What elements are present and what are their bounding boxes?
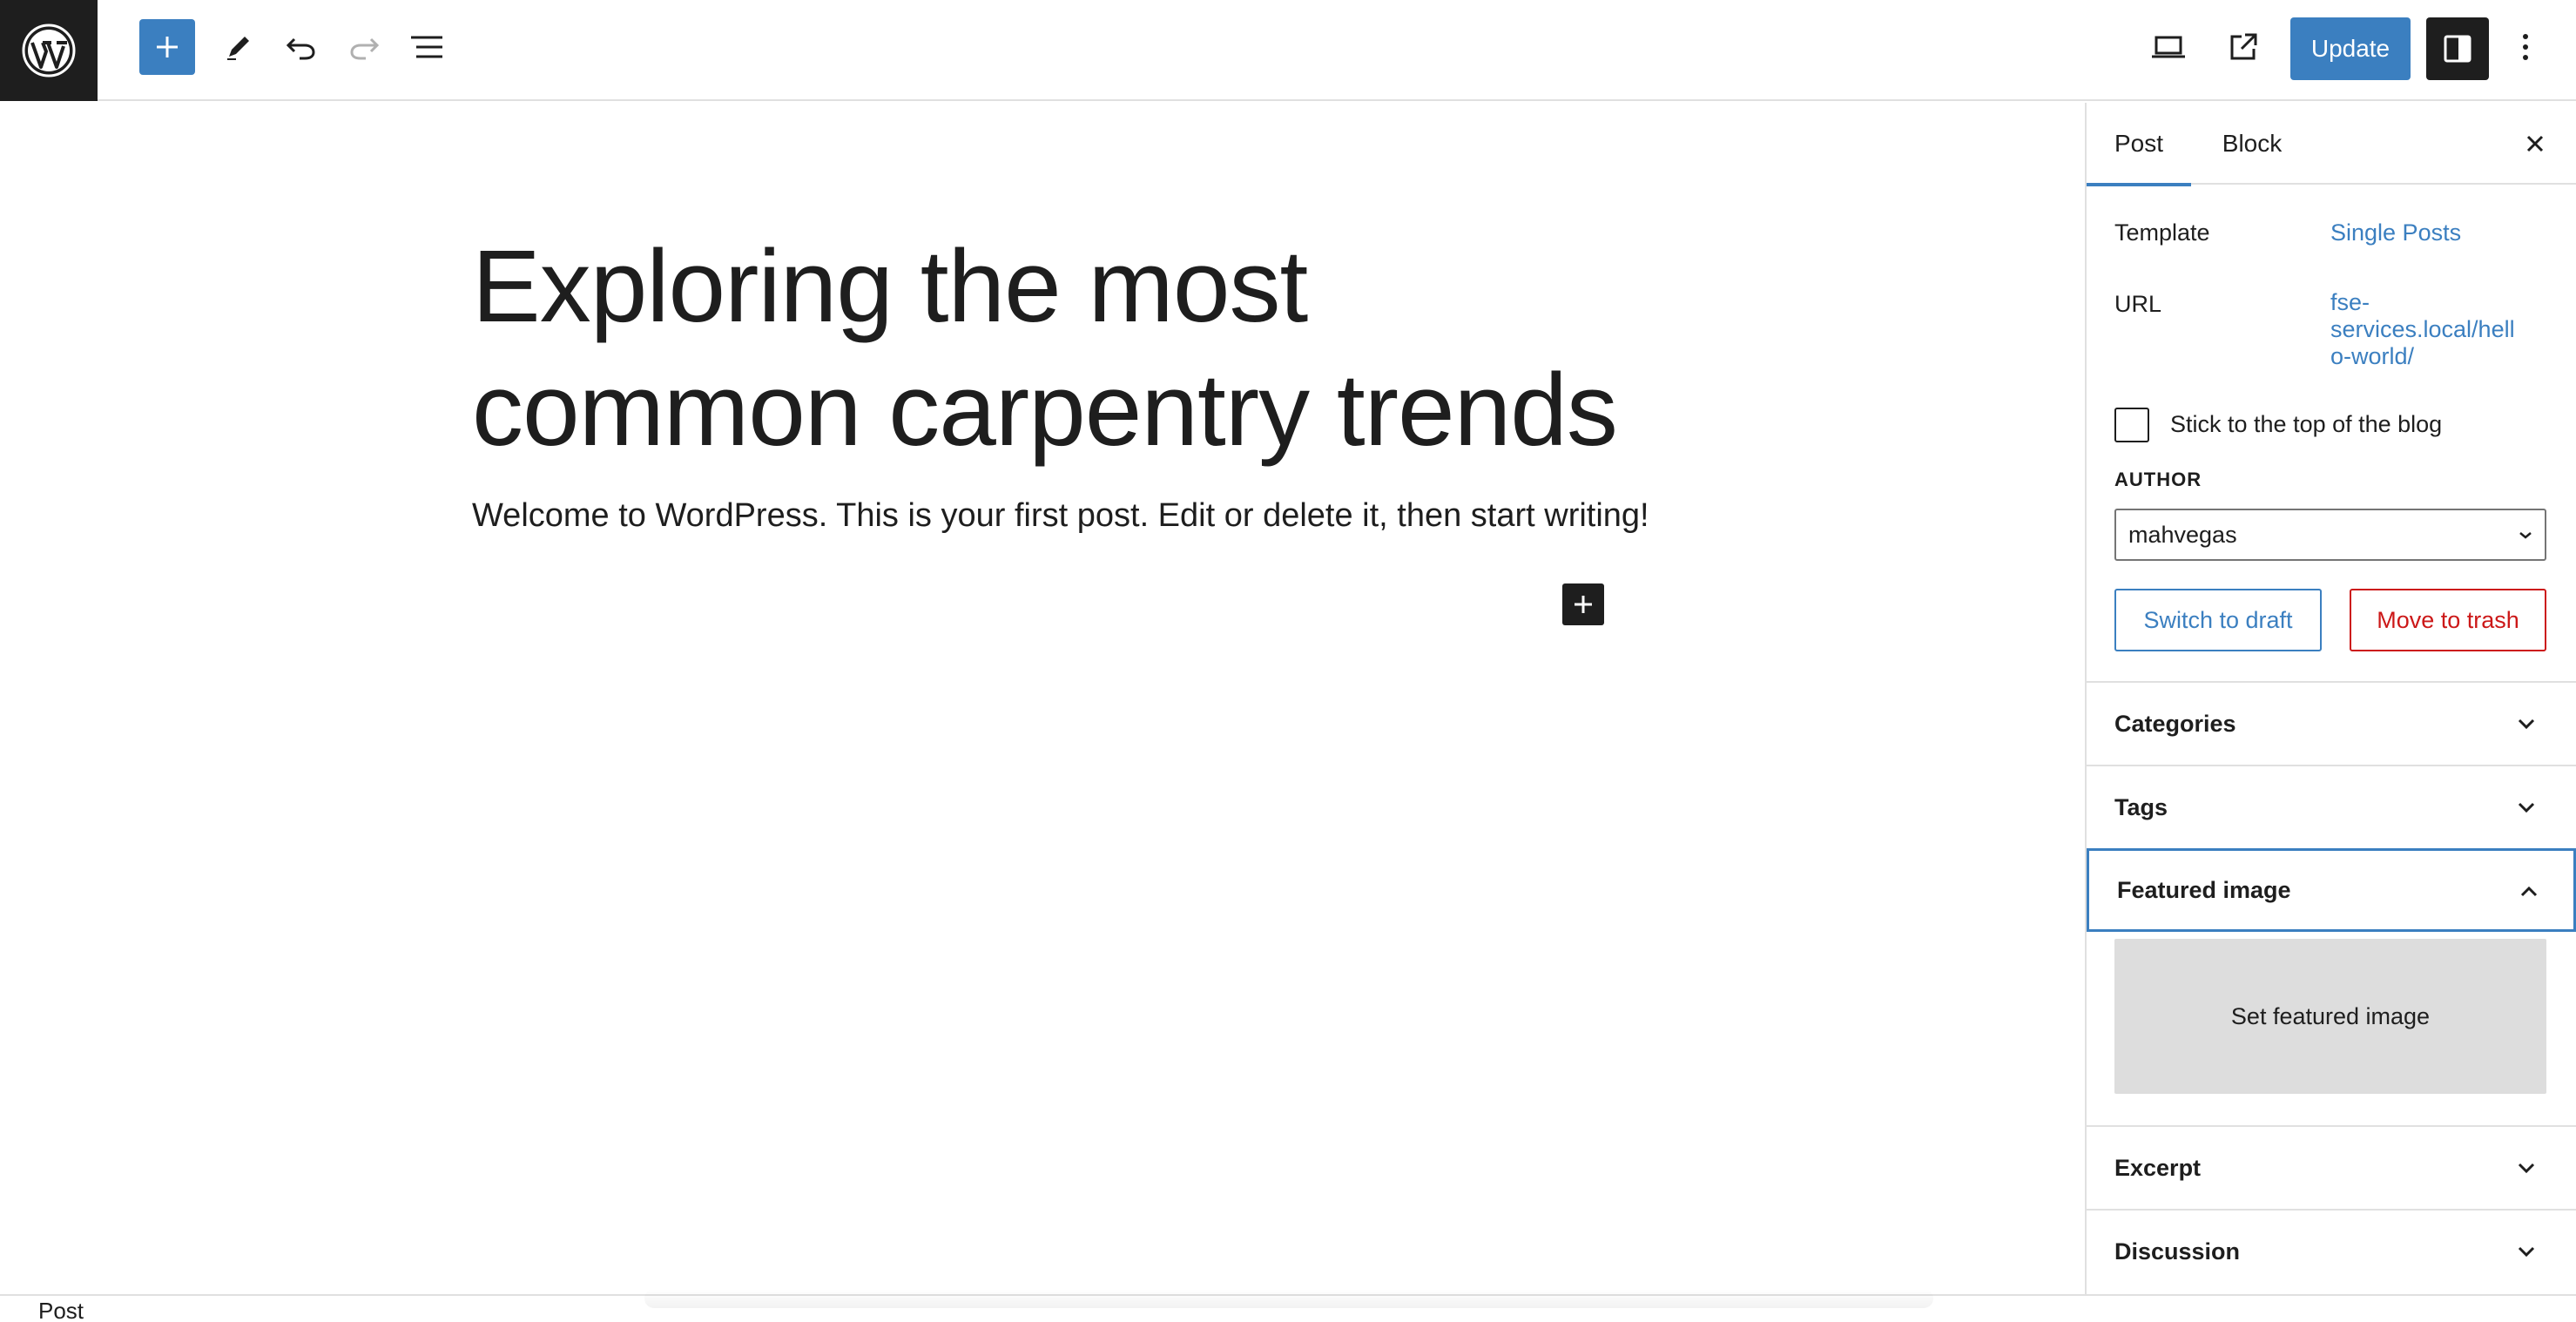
panel-title: Categories bbox=[2114, 710, 2236, 737]
author-selected-value: mahvegas bbox=[2128, 521, 2237, 548]
view-post-button[interactable] bbox=[2215, 19, 2271, 75]
tab-post[interactable]: Post bbox=[2087, 103, 2191, 186]
close-sidebar-button[interactable] bbox=[2513, 122, 2557, 165]
list-view-icon bbox=[411, 36, 442, 58]
author-label: AUTHOR bbox=[2114, 469, 2202, 490]
panel-discussion[interactable]: Discussion bbox=[2087, 1209, 2576, 1292]
pencil-icon bbox=[227, 37, 249, 60]
url-link[interactable]: fse- services.local/hell o-world/ bbox=[2330, 289, 2515, 370]
chevron-down-icon bbox=[2518, 1163, 2535, 1174]
chevron-up-icon bbox=[2520, 886, 2538, 897]
settings-sidebar: Post Block Template Single Posts URL fse… bbox=[2085, 103, 2576, 1294]
author-select[interactable]: mahvegas bbox=[2114, 509, 2546, 561]
settings-toggle-button[interactable] bbox=[2426, 17, 2489, 80]
template-link[interactable]: Single Posts bbox=[2330, 219, 2461, 246]
document-overview-button[interactable] bbox=[399, 19, 455, 75]
breadcrumb[interactable]: Post bbox=[38, 1298, 84, 1322]
url-line: o-world/ bbox=[2330, 343, 2415, 369]
preview-button[interactable] bbox=[2141, 19, 2196, 75]
panel-title: Tags bbox=[2114, 793, 2168, 820]
chevron-down-icon bbox=[2518, 802, 2535, 813]
chevron-down-icon bbox=[2518, 1246, 2535, 1258]
footer-shadow bbox=[644, 1289, 1933, 1308]
sticky-label[interactable]: Stick to the top of the blog bbox=[2170, 411, 2442, 438]
tools-button[interactable] bbox=[211, 19, 266, 75]
external-link-icon bbox=[2230, 33, 2257, 60]
plus-icon bbox=[1575, 596, 1592, 613]
block-inserter-button[interactable] bbox=[139, 19, 195, 75]
panel-excerpt[interactable]: Excerpt bbox=[2087, 1125, 2576, 1209]
panel-featured-image[interactable]: Featured image bbox=[2087, 848, 2576, 932]
sidebar-toggle-icon bbox=[2444, 35, 2471, 63]
paragraph-block[interactable]: Welcome to WordPress. This is your first… bbox=[472, 493, 1649, 538]
panel-title: Discussion bbox=[2114, 1238, 2241, 1265]
move-to-trash-button[interactable]: Move to trash bbox=[2350, 589, 2546, 651]
editor-canvas: Exploring the most common carpentry tren… bbox=[0, 103, 2085, 1294]
url-label: URL bbox=[2114, 291, 2162, 317]
wordpress-logo-icon[interactable] bbox=[0, 0, 98, 101]
url-line: fse- bbox=[2330, 289, 2370, 315]
plus-icon bbox=[157, 37, 178, 57]
sticky-checkbox[interactable] bbox=[2114, 408, 2149, 442]
panel-categories[interactable]: Categories bbox=[2087, 681, 2576, 765]
chevron-down-icon bbox=[2518, 718, 2535, 730]
panel-title: Excerpt bbox=[2114, 1154, 2202, 1181]
undo-icon bbox=[286, 37, 315, 60]
panel-tags[interactable]: Tags bbox=[2087, 765, 2576, 848]
editor-header: Update bbox=[0, 0, 2576, 101]
editor-footer: Post bbox=[0, 1289, 2576, 1322]
post-title[interactable]: Exploring the most common carpentry tren… bbox=[472, 225, 1656, 472]
template-label: Template bbox=[2114, 219, 2210, 246]
switch-to-draft-button[interactable]: Switch to draft bbox=[2114, 589, 2322, 651]
chevron-down-icon bbox=[2519, 532, 2532, 539]
sidebar-tabs: Post Block bbox=[2087, 103, 2576, 186]
redo-button[interactable] bbox=[336, 19, 392, 75]
url-line: services.local/hell bbox=[2330, 316, 2515, 342]
add-block-button[interactable] bbox=[1562, 583, 1604, 625]
tab-block[interactable]: Block bbox=[2200, 103, 2304, 185]
set-featured-image-button[interactable]: Set featured image bbox=[2114, 939, 2546, 1094]
undo-button[interactable] bbox=[273, 19, 329, 75]
update-button[interactable]: Update bbox=[2290, 17, 2411, 80]
panel-title: Featured image bbox=[2117, 876, 2291, 903]
vertical-ellipsis-icon bbox=[2523, 34, 2528, 60]
redo-icon bbox=[350, 37, 380, 60]
more-options-button[interactable] bbox=[2498, 19, 2553, 75]
desktop-icon bbox=[2152, 36, 2185, 58]
close-icon bbox=[2526, 135, 2544, 152]
